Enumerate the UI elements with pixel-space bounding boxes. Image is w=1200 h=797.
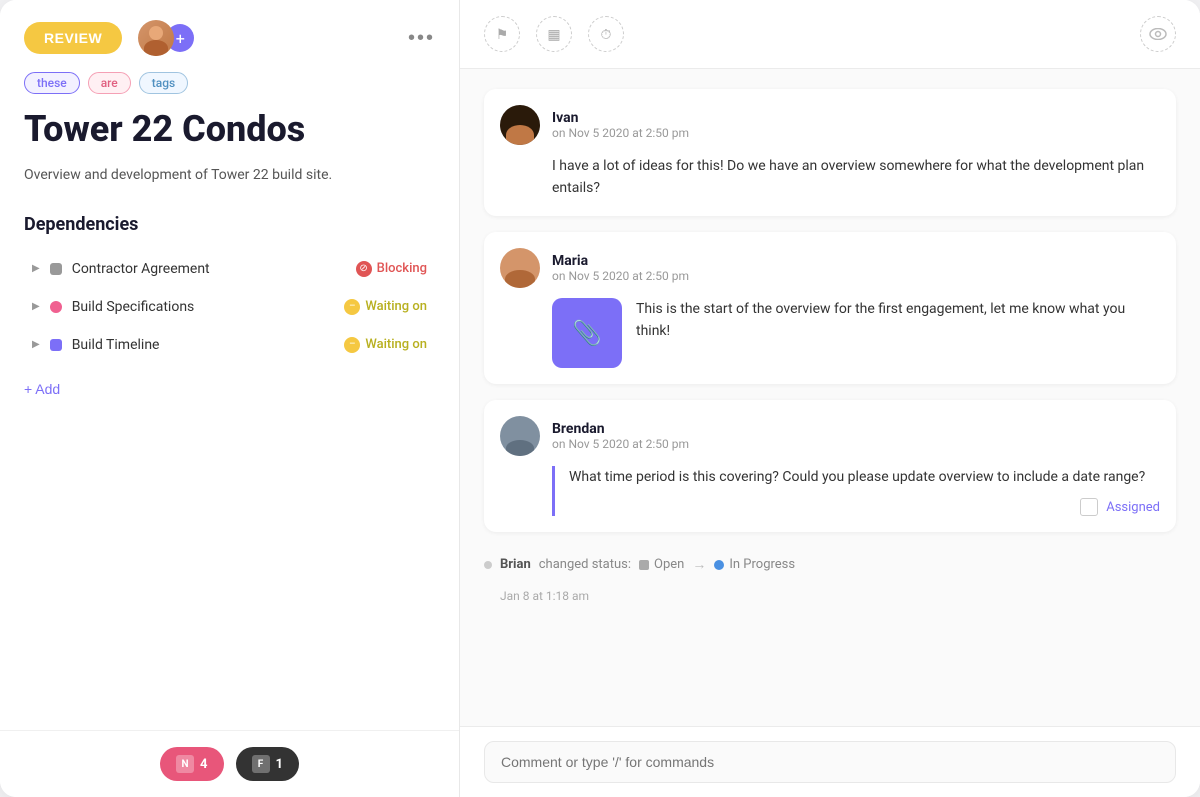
- dep-name-build-specs: Build Specifications: [72, 299, 335, 315]
- right-panel: ⚑ ▦ ⏱ Ivan: [460, 0, 1200, 797]
- notion-count: 4: [200, 757, 207, 772]
- comment-time-ivan: on Nov 5 2020 at 2:50 pm: [552, 126, 689, 140]
- assigned-row: Assigned: [569, 498, 1160, 516]
- tag-are[interactable]: are: [88, 72, 131, 94]
- left-panel: REVIEW + ••• these are tags Tower 22 Con…: [0, 0, 460, 797]
- avatar-main: [138, 20, 174, 56]
- review-button[interactable]: REVIEW: [24, 22, 122, 54]
- comment-header-maria: Maria on Nov 5 2020 at 2:50 pm: [500, 248, 1160, 288]
- chevron-icon: ▶: [32, 301, 40, 312]
- comment-author-brendan: Brendan: [552, 421, 689, 437]
- add-dependency-button[interactable]: + Add: [24, 375, 60, 403]
- dep-dot-build-timeline: [50, 339, 62, 351]
- comment-meta-maria: Maria on Nov 5 2020 at 2:50 pm: [552, 253, 689, 283]
- avatar-ivan: [500, 105, 540, 145]
- eye-button[interactable]: [1140, 16, 1176, 52]
- more-options-button[interactable]: •••: [408, 27, 435, 50]
- comments-area: Ivan on Nov 5 2020 at 2:50 pm I have a l…: [460, 69, 1200, 726]
- comment-author-ivan: Ivan: [552, 110, 689, 126]
- dep-name-build-timeline: Build Timeline: [72, 337, 335, 353]
- comment-card-brendan: Brendan on Nov 5 2020 at 2:50 pm What ti…: [484, 400, 1176, 532]
- comment-input[interactable]: [484, 741, 1176, 783]
- dep-status-build-specs: – Waiting on: [344, 299, 427, 315]
- eye-icon: [1149, 28, 1167, 40]
- dependency-item-contractor[interactable]: ▶ Contractor Agreement ⊘ Blocking: [24, 251, 435, 287]
- tags-row: these are tags: [0, 72, 459, 110]
- status-change-dot: [484, 561, 492, 569]
- notion-badge[interactable]: N 4: [160, 747, 223, 781]
- dep-status-contractor: ⊘ Blocking: [356, 261, 427, 277]
- calendar-icon: ▦: [547, 26, 560, 43]
- comment-meta-ivan: Ivan on Nov 5 2020 at 2:50 pm: [552, 110, 689, 140]
- chevron-icon: ▶: [32, 339, 40, 350]
- left-content: Tower 22 Condos Overview and development…: [0, 110, 459, 730]
- paperclip-icon: 📎: [572, 319, 602, 347]
- comment-input-area: [460, 726, 1200, 797]
- avatar-brendan: [500, 416, 540, 456]
- comment-author-maria: Maria: [552, 253, 689, 269]
- comment-text-maria: This is the start of the overview for th…: [636, 298, 1160, 343]
- clock-button[interactable]: ⏱: [588, 16, 624, 52]
- comment-card-maria: Maria on Nov 5 2020 at 2:50 pm 📎 This is…: [484, 232, 1176, 384]
- notion-icon: N: [176, 755, 194, 773]
- status-change-action: changed status:: [539, 557, 631, 572]
- clock-icon: ⏱: [601, 26, 612, 43]
- status-change-time: Jan 8 at 1:18 am: [484, 589, 1176, 603]
- doc-description: Overview and development of Tower 22 bui…: [24, 164, 435, 186]
- tag-tags[interactable]: tags: [139, 72, 188, 94]
- figma-icon: F: [252, 755, 270, 773]
- flag-button[interactable]: ⚑: [484, 16, 520, 52]
- status-to: In Progress: [729, 557, 795, 572]
- assigned-label[interactable]: Assigned: [1106, 500, 1160, 515]
- assigned-checkbox[interactable]: [1080, 498, 1098, 516]
- comment-card-ivan: Ivan on Nov 5 2020 at 2:50 pm I have a l…: [484, 89, 1176, 216]
- avatar-group: +: [138, 20, 194, 56]
- chevron-icon: ▶: [32, 263, 40, 274]
- flag-icon: ⚑: [496, 26, 509, 43]
- status-label-waiting-2: Waiting on: [365, 337, 427, 352]
- attachment-button[interactable]: 📎: [552, 298, 622, 368]
- status-change-row: Brian changed status: Open → In Progress: [484, 548, 1176, 581]
- status-open-pill: Open: [639, 557, 684, 572]
- status-label-blocking: Blocking: [377, 261, 427, 276]
- status-label-waiting-1: Waiting on: [365, 299, 427, 314]
- tag-these[interactable]: these: [24, 72, 80, 94]
- progress-dot: [714, 560, 724, 570]
- dependency-item-build-specs[interactable]: ▶ Build Specifications – Waiting on: [24, 289, 435, 325]
- comment-meta-brendan: Brendan on Nov 5 2020 at 2:50 pm: [552, 421, 689, 451]
- status-arrow: →: [692, 556, 706, 573]
- waiting-icon-2: –: [344, 337, 360, 353]
- left-footer: N 4 F 1: [0, 730, 459, 797]
- dependency-list: ▶ Contractor Agreement ⊘ Blocking ▶ Buil…: [24, 251, 435, 363]
- comment-attachment-area: 📎 This is the start of the overview for …: [552, 298, 1160, 368]
- dep-dot-contractor: [50, 263, 62, 275]
- status-from: Open: [654, 557, 684, 572]
- left-header: REVIEW + •••: [0, 0, 459, 72]
- comment-brendan-content: What time period is this covering? Could…: [552, 466, 1160, 516]
- dep-status-build-timeline: – Waiting on: [344, 337, 427, 353]
- doc-title: Tower 22 Condos: [24, 110, 435, 150]
- dependency-item-build-timeline[interactable]: ▶ Build Timeline – Waiting on: [24, 327, 435, 363]
- avatar-maria: [500, 248, 540, 288]
- calendar-button[interactable]: ▦: [536, 16, 572, 52]
- comment-time-maria: on Nov 5 2020 at 2:50 pm: [552, 269, 689, 283]
- status-progress-pill: In Progress: [714, 557, 795, 572]
- comment-time-brendan: on Nov 5 2020 at 2:50 pm: [552, 437, 689, 451]
- app-container: REVIEW + ••• these are tags Tower 22 Con…: [0, 0, 1200, 797]
- waiting-icon: –: [344, 299, 360, 315]
- dep-dot-build-specs: [50, 301, 62, 313]
- right-header: ⚑ ▦ ⏱: [460, 0, 1200, 69]
- blocking-icon: ⊘: [356, 261, 372, 277]
- dependencies-title: Dependencies: [24, 214, 435, 235]
- dep-name-contractor: Contractor Agreement: [72, 261, 346, 277]
- figma-badge[interactable]: F 1: [236, 747, 299, 781]
- figma-count: 1: [276, 757, 283, 772]
- comment-text-ivan: I have a lot of ideas for this! Do we ha…: [552, 155, 1160, 200]
- comment-header-ivan: Ivan on Nov 5 2020 at 2:50 pm: [500, 105, 1160, 145]
- comment-header-brendan: Brendan on Nov 5 2020 at 2:50 pm: [500, 416, 1160, 456]
- status-change-user: Brian: [500, 557, 531, 572]
- comment-text-brendan: What time period is this covering? Could…: [569, 466, 1160, 488]
- open-dot: [639, 560, 649, 570]
